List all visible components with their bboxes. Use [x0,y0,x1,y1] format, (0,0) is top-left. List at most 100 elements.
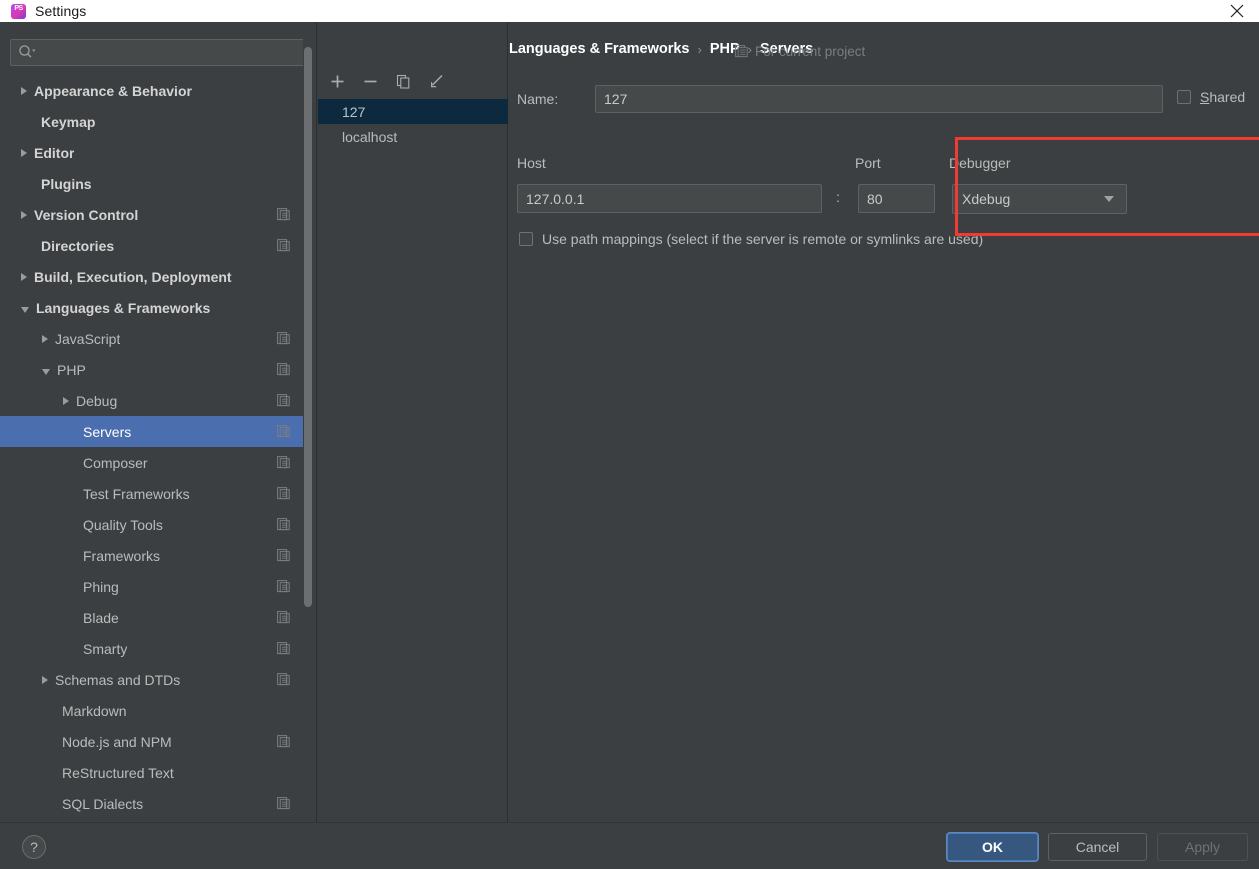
sidebar-item-build-execution-deployment[interactable]: Build, Execution, Deployment [0,261,307,292]
close-icon[interactable] [1214,0,1259,22]
chevron-down-icon[interactable] [42,368,50,375]
chevron-right-icon[interactable] [42,334,48,343]
sidebar-item-sql-dialects[interactable]: SQL Dialects [0,788,307,819]
sidebar-item-label: Node.js and NPM [62,733,172,750]
title-bar: Settings [0,0,1259,22]
server-list-item[interactable]: 127 [318,99,508,124]
phpstorm-icon [11,3,26,19]
debugger-select[interactable]: Xdebug [952,184,1127,214]
sidebar-item-phing[interactable]: Phing [0,571,307,602]
path-mappings-checkbox-row[interactable]: Use path mappings (select if the server … [519,231,983,247]
breadcrumb-separator: › [697,41,702,57]
chevron-right-icon[interactable] [21,148,27,157]
server-list-toolbar [324,67,450,95]
sidebar-item-appearance-behavior[interactable]: Appearance & Behavior [0,75,307,106]
sidebar-item-editor[interactable]: Editor [0,137,307,168]
port-input[interactable] [858,184,935,213]
remove-server-button[interactable] [357,68,384,94]
chevron-right-icon[interactable] [21,272,27,281]
project-scope-icon [277,363,290,376]
project-scope-icon [735,45,748,58]
server-list-item[interactable]: localhost [318,124,508,149]
sidebar-item-label: Plugins [41,175,92,192]
apply-button[interactable]: Apply [1157,833,1248,861]
sidebar-item-markdown[interactable]: Markdown [0,695,307,726]
settings-tree[interactable]: Appearance & Behavior Keymap Editor Plugins… [0,75,307,822]
chevron-right-icon[interactable] [21,86,27,95]
project-scope-icon [277,239,290,252]
sidebar-item-quality-tools[interactable]: Quality Tools [0,509,307,540]
path-mappings-checkbox[interactable] [519,232,533,246]
chevron-right-icon[interactable] [63,396,69,405]
shared-label-rest: hared [1209,89,1246,105]
sidebar-item-plugins[interactable]: Plugins [0,168,307,199]
sidebar-item-php[interactable]: PHP [0,354,307,385]
copy-server-button[interactable] [390,68,417,94]
cancel-button[interactable]: Cancel [1048,833,1147,861]
sidebar-item-label: JavaScript [55,330,121,347]
sidebar-item-label: Version Control [34,206,139,223]
sidebar-item-schemas-and-dtds[interactable]: Schemas and DTDs [0,664,307,695]
sidebar-item-label: Debug [76,392,118,409]
sidebar-item-composer[interactable]: Composer [0,447,307,478]
shared-checkbox-row[interactable]: Shared [1177,89,1245,105]
sidebar-item-label: Composer [83,454,148,471]
server-items[interactable]: 127 localhost [318,99,508,149]
project-scope-icon [277,487,290,500]
sidebar-item-directories[interactable]: Directories [0,230,307,261]
project-scope-icon [277,332,290,345]
host-port-colon: : [836,189,840,205]
project-scope-icon [277,425,290,438]
sidebar-item-blade[interactable]: Blade [0,602,307,633]
project-scope-icon [277,797,290,810]
sidebar-item-label: Languages & Frameworks [36,299,211,316]
sidebar-item-label: PHP [57,361,86,378]
ok-button[interactable]: OK [947,833,1038,861]
sidebar-item-version-control[interactable]: Version Control [0,199,307,230]
server-list-item-label: 127 [342,103,366,120]
name-input[interactable] [595,85,1163,113]
scope-hint-label: For current project [755,44,866,59]
sidebar-item-label: Directories [41,237,115,254]
server-list-item-label: localhost [342,128,398,145]
sidebar-item-debug[interactable]: Debug [0,385,307,416]
sidebar-item-label: ReStructured Text [62,764,174,781]
chevron-right-icon[interactable] [42,675,48,684]
port-label: Port [855,155,881,171]
chevron-right-icon[interactable] [21,210,27,219]
sidebar-item-node-js-and-npm[interactable]: Node.js and NPM [0,726,307,757]
scrollbar-thumb[interactable] [304,47,312,607]
breadcrumb-item[interactable]: Languages & Frameworks [509,41,690,57]
project-scope-icon [277,673,290,686]
shared-checkbox[interactable] [1177,90,1191,104]
sidebar-item-javascript[interactable]: JavaScript [0,323,307,354]
shared-label: Shared [1200,89,1246,105]
sidebar-item-frameworks[interactable]: Frameworks [0,540,307,571]
dialog-footer: ? OK Cancel Apply [0,822,1259,869]
sidebar-item-servers[interactable]: Servers [0,416,307,447]
sidebar-item-label: Markdown [62,702,127,719]
sidebar-item-restructured-text[interactable]: ReStructured Text [0,757,307,788]
help-button[interactable]: ? [22,835,46,859]
sidebar-item-keymap[interactable]: Keymap [0,106,307,137]
chevron-down-icon[interactable] [21,306,29,313]
tree-scrollbar[interactable] [303,22,313,769]
sidebar-item-label: SQL Dialects [62,795,144,812]
sidebar-item-label: Schemas and DTDs [55,671,181,688]
sidebar-item-label: Test Frameworks [83,485,190,502]
project-scope-icon [277,580,290,593]
sidebar-item-languages-frameworks[interactable]: Languages & Frameworks [0,292,307,323]
import-server-button[interactable] [423,68,450,94]
host-input[interactable] [517,184,822,213]
sidebar-item-test-frameworks[interactable]: Test Frameworks [0,478,307,509]
sidebar-item-label: Servers [83,423,132,440]
sidebar-item-label: Quality Tools [83,516,163,533]
sidebar-item-smarty[interactable]: Smarty [0,633,307,664]
search-input[interactable] [10,39,308,66]
name-row: Name: [517,85,1163,113]
settings-tree-pane: Appearance & Behavior Keymap Editor Plugins… [0,22,317,822]
debugger-value: Xdebug [962,191,1011,207]
settings-dialog: Appearance & Behavior Keymap Editor Plugins… [0,22,1259,869]
add-server-button[interactable] [324,68,351,94]
window-title: Settings [35,3,87,19]
